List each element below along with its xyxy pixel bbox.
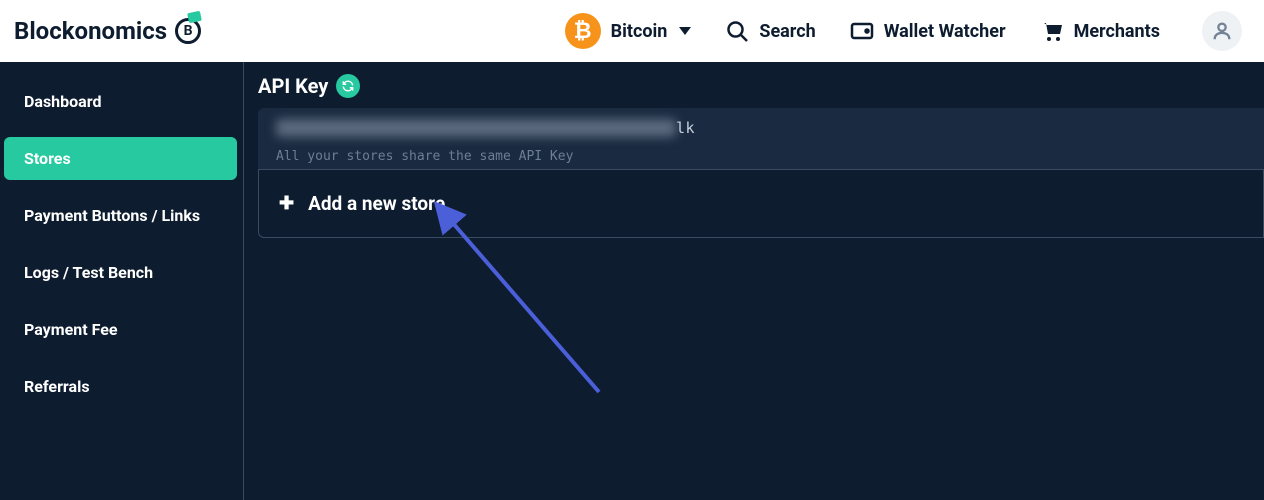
sidebar-item-label: Referrals <box>24 377 90 396</box>
sidebar-item-logs[interactable]: Logs / Test Bench <box>4 251 237 294</box>
plus-icon: ✚ <box>279 193 294 214</box>
bitcoin-icon: ₿ <box>565 13 601 49</box>
logo-badge-icon: B <box>175 18 201 44</box>
logo-text: Blockonomics <box>14 17 167 45</box>
add-store-button[interactable]: ✚ Add a new store <box>258 169 1264 238</box>
refresh-api-key-button[interactable] <box>336 74 360 98</box>
chevron-down-icon <box>679 27 691 35</box>
top-header: Blockonomics B ₿ Bitcoin Search Wallet W… <box>0 0 1264 62</box>
nav-search-label: Search <box>759 21 815 42</box>
sidebar-item-payment-buttons[interactable]: Payment Buttons / Links <box>4 194 237 237</box>
api-key-note: All your stores share the same API Key <box>276 149 573 164</box>
sidebar-item-label: Payment Buttons / Links <box>24 206 200 225</box>
nav-wallet-watcher-label: Wallet Watcher <box>884 21 1006 42</box>
wallet-icon <box>850 19 874 43</box>
sidebar-item-label: Stores <box>24 149 71 168</box>
header-nav: ₿ Bitcoin Search Wallet Watcher Merchant… <box>565 11 1250 51</box>
api-key-box: lk All your stores share the same API Ke… <box>258 108 1264 169</box>
main-content: API Key lk All your stores share the sam… <box>244 62 1264 500</box>
search-icon <box>725 19 749 43</box>
api-key-blurred <box>276 119 676 137</box>
nav-wallet-watcher[interactable]: Wallet Watcher <box>850 19 1006 43</box>
sidebar-item-label: Logs / Test Bench <box>24 263 153 282</box>
nav-merchants-label: Merchants <box>1074 21 1160 42</box>
api-key-value[interactable]: lk <box>276 119 1246 139</box>
sidebar-item-referrals[interactable]: Referrals <box>4 365 237 408</box>
page-title: API Key <box>258 74 328 98</box>
sidebar-item-label: Payment Fee <box>24 320 117 339</box>
profile-button[interactable] <box>1202 11 1242 51</box>
refresh-icon <box>341 79 355 93</box>
nav-search[interactable]: Search <box>725 19 815 43</box>
add-store-label: Add a new store <box>308 192 445 215</box>
crypto-dropdown[interactable]: ₿ Bitcoin <box>565 13 692 49</box>
sidebar-item-payment-fee[interactable]: Payment Fee <box>4 308 237 351</box>
user-icon <box>1211 20 1233 42</box>
api-key-tail: lk <box>676 119 695 137</box>
nav-merchants[interactable]: Merchants <box>1040 19 1160 43</box>
crypto-dropdown-label: Bitcoin <box>611 21 668 42</box>
sidebar-item-stores[interactable]: Stores <box>4 137 237 180</box>
sidebar-item-label: Dashboard <box>24 92 101 111</box>
sidebar-item-dashboard[interactable]: Dashboard <box>4 80 237 123</box>
sidebar: Dashboard Stores Payment Buttons / Links… <box>0 62 244 500</box>
cart-icon <box>1040 19 1064 43</box>
logo[interactable]: Blockonomics B <box>14 17 201 45</box>
